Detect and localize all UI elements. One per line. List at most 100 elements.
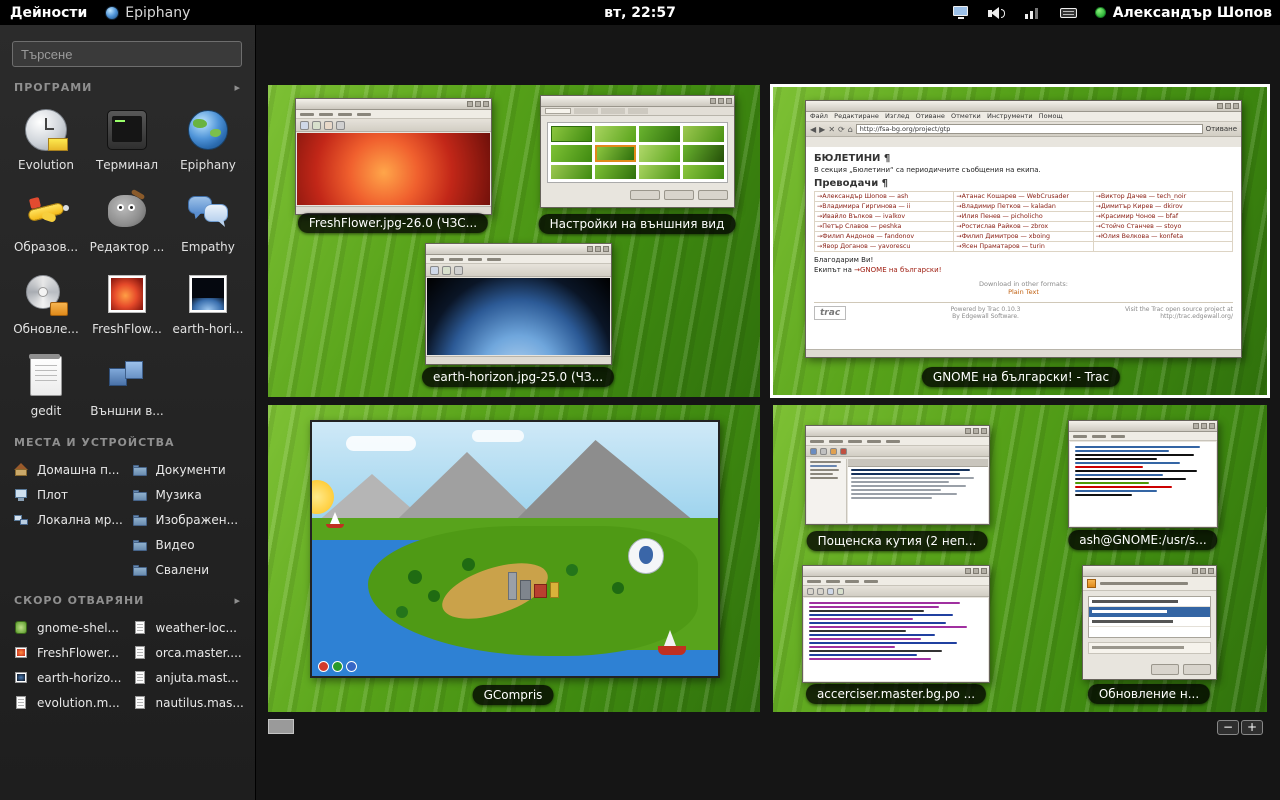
clock[interactable]: вт, 22:57 [604, 5, 676, 21]
page-content: БЮЛЕТИНИ ¶ В секция „Бюлетини“ са период… [806, 147, 1241, 349]
recent-item[interactable]: earth-horizo... [10, 665, 127, 690]
window-label: GCompris [473, 685, 554, 705]
translators-table: →Александър Шопов — ash→Атанас Кошарев —… [814, 191, 1233, 252]
go-button[interactable]: Отиване [1206, 125, 1237, 133]
user-menu[interactable]: Александър Шопов [1095, 5, 1272, 21]
place-home[interactable]: Домашна п... [10, 457, 127, 482]
terminal-icon [103, 106, 151, 154]
place-documents[interactable]: Документи [129, 457, 246, 482]
app-epiphany[interactable]: Epiphany [168, 102, 248, 176]
workspace-4[interactable]: Пощенска кутия (2 неп... ash@GNOME:/usr/… [773, 405, 1267, 712]
document-file-icon [133, 670, 149, 686]
image-file-icon [14, 670, 30, 686]
app-updates[interactable]: Обновле... [6, 266, 86, 340]
recent-item[interactable]: weather-loc... [129, 615, 246, 640]
workspace-3[interactable]: GCompris [268, 405, 760, 712]
place-videos[interactable]: Видео [129, 532, 246, 557]
recent-item[interactable]: nautilus.mas... [129, 690, 246, 715]
keyboard-icon[interactable] [1059, 5, 1079, 21]
window-update-manager[interactable] [1082, 565, 1217, 680]
places-list: Домашна п... Плот Локална мр... Документ… [0, 457, 255, 582]
window-appearance[interactable] [540, 95, 735, 208]
message-list [848, 459, 988, 523]
recent-item[interactable]: FreshFlower... [10, 640, 127, 665]
top-bar: Дейности Epiphany вт, 22:57 Александър Ш… [0, 0, 1280, 25]
sailboat [330, 512, 340, 524]
recent-item[interactable]: evolution.m... [10, 690, 127, 715]
app-empathy[interactable]: Empathy [168, 184, 248, 258]
statusbar [806, 349, 1241, 357]
network-signal-icon[interactable] [1023, 5, 1043, 21]
workspace-1[interactable]: FreshFlower.jpg-26.0 (ЧЗС... Настройки н… [268, 85, 760, 397]
workspace-handle[interactable] [268, 719, 294, 734]
window-epiphany-trac[interactable]: Файл Редактиране Изглед Отиване Отметки … [805, 100, 1242, 358]
document-file-icon [133, 645, 149, 661]
forward-icon[interactable]: ▶ [819, 125, 825, 134]
address-toolbar: ◀ ▶ ✕ ⟳ ⌂ http://fsa-bg.org/project/gtp … [806, 122, 1241, 137]
building [534, 584, 547, 598]
window-freshflower[interactable] [295, 98, 492, 215]
app-gcompris[interactable]: Образов... [6, 184, 86, 258]
url-bar[interactable]: http://fsa-bg.org/project/gtp [856, 124, 1203, 134]
window-gedit[interactable] [802, 565, 990, 683]
folder-icon [133, 462, 149, 478]
place-network[interactable]: Локална мр... [10, 507, 127, 532]
recent-item[interactable]: gnome-shel... [10, 615, 127, 640]
folder-icon [133, 537, 149, 553]
place-desktop[interactable]: Плот [10, 482, 127, 507]
window-label: accerciser.master.bg.po ... [806, 684, 986, 704]
statusbar [426, 356, 611, 364]
home-icon[interactable]: ⌂ [848, 125, 853, 134]
network-icon [14, 512, 30, 528]
add-workspace-button[interactable]: + [1241, 720, 1263, 735]
gcompris-plane-icon [22, 188, 70, 236]
stop-icon[interactable]: ✕ [828, 125, 835, 134]
user-name: Александър Шопов [1113, 5, 1272, 21]
app-menu[interactable]: Epiphany [105, 5, 190, 21]
photo-content [427, 278, 610, 355]
app-menu-label: Epiphany [125, 5, 190, 21]
window-terminal[interactable] [1068, 420, 1218, 528]
window-evolution[interactable] [805, 425, 990, 525]
window-gcompris[interactable] [310, 420, 720, 678]
app-gimp[interactable]: Редактор ... [87, 184, 167, 258]
activities-button[interactable]: Дейности [10, 5, 87, 21]
remove-workspace-button[interactable]: − [1217, 720, 1239, 735]
back-icon[interactable]: ◀ [810, 125, 816, 134]
app-earth-horizon[interactable]: earth-hori... [168, 266, 248, 340]
window-earth-horizon[interactable] [425, 243, 612, 365]
place-music[interactable]: Музика [129, 482, 246, 507]
plain-text-link[interactable]: Plain Text [1008, 288, 1039, 296]
app-terminal[interactable]: Терминал [87, 102, 167, 176]
tree [408, 570, 422, 584]
window-label: Обновление н... [1088, 684, 1210, 704]
menubar [426, 255, 611, 264]
workspace-2-selected[interactable]: Файл Редактиране Изглед Отиване Отметки … [770, 84, 1270, 398]
toolbar-icon [332, 661, 343, 672]
gimp-icon [103, 188, 151, 236]
app-freshflower[interactable]: FreshFlow... [87, 266, 167, 340]
display-icon[interactable] [951, 5, 971, 21]
menubar [806, 437, 989, 446]
epiphany-icon [105, 6, 119, 20]
app-evolution[interactable]: Evolution [6, 102, 86, 176]
terminal-content [1070, 442, 1216, 526]
search-input[interactable] [12, 41, 242, 67]
reload-icon[interactable]: ⟳ [838, 125, 845, 134]
place-pictures[interactable]: Изображен... [129, 507, 246, 532]
volume-icon[interactable] [987, 5, 1007, 21]
programs-expand-icon[interactable]: ▸ [234, 81, 241, 94]
place-downloads[interactable]: Свалени [129, 557, 246, 582]
epiphany-globe-icon [184, 106, 232, 154]
recent-item[interactable]: anjuta.mast... [129, 665, 246, 690]
recent-expand-icon[interactable]: ▸ [234, 594, 241, 607]
gnome-bg-link[interactable]: →GNOME на български! [854, 266, 941, 274]
status-available-icon [1095, 7, 1106, 18]
app-gedit[interactable]: gedit [6, 348, 86, 422]
recent-item[interactable]: orca.master.... [129, 640, 246, 665]
app-disks[interactable]: Външни в... [87, 348, 167, 422]
window-label: earth-horizon.jpg-25.0 (ЧЗ... [422, 367, 614, 387]
tree [566, 564, 578, 576]
packages-icon [103, 352, 151, 400]
places-section-header: МЕСТА И УСТРОЙСТВА [0, 436, 255, 449]
